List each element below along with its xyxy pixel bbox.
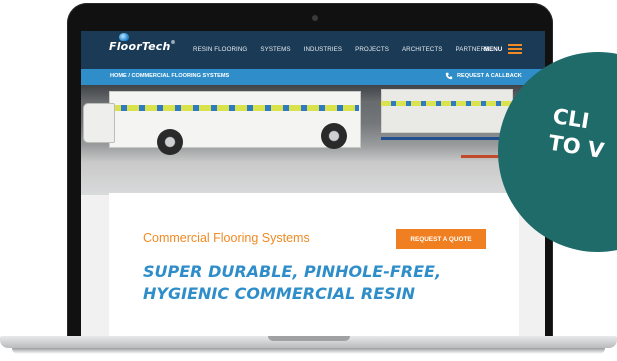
browser-screen: FloorTech® RESIN FLOORING SYSTEMS INDUST… — [81, 31, 545, 337]
page-subtitle: Commercial Flooring Systems — [143, 231, 310, 245]
breadcrumb-bar: HOME / COMMERCIAL FLOORING SYSTEMS REQUE… — [81, 69, 545, 85]
site-header: FloorTech® RESIN FLOORING SYSTEMS INDUST… — [81, 31, 545, 69]
truck-wheel-rear — [321, 123, 347, 149]
second-truck — [381, 89, 513, 133]
nav-item-resin-flooring[interactable]: RESIN FLOORING — [193, 46, 247, 53]
content-card: Commercial Flooring Systems REQUEST A QU… — [109, 193, 519, 337]
hero-image — [81, 85, 545, 195]
headline-line-2: HYGIENIC COMMERCIAL RESIN — [143, 284, 416, 303]
page-headline: SUPER DURABLE, PINHOLE-FREE, HYGIENIC CO… — [143, 261, 503, 305]
nav-item-systems[interactable]: SYSTEMS — [260, 46, 290, 53]
webcam-icon — [312, 15, 318, 21]
truck-wheel-front — [157, 129, 183, 155]
logo-text: FloorTech — [109, 40, 171, 53]
floor-marking-blue — [381, 137, 501, 140]
laptop-shadow — [12, 348, 605, 354]
main-nav: RESIN FLOORING SYSTEMS INDUSTRIES PROJEC… — [193, 46, 489, 53]
laptop-mockup: FloorTech® RESIN FLOORING SYSTEMS INDUST… — [0, 0, 617, 361]
menu-label: MENU — [484, 45, 503, 53]
callback-label: REQUEST A CALLBACK — [457, 73, 522, 79]
nav-item-industries[interactable]: INDUSTRIES — [304, 46, 342, 53]
nav-item-architects[interactable]: ARCHITECTS — [402, 46, 443, 53]
truck-cab — [83, 103, 115, 143]
site-logo[interactable]: FloorTech® — [109, 40, 176, 53]
breadcrumb[interactable]: HOME / COMMERCIAL FLOORING SYSTEMS — [110, 73, 229, 79]
cta-text[interactable]: CLI TO V — [547, 103, 611, 165]
hamburger-icon — [508, 44, 523, 54]
nav-item-projects[interactable]: PROJECTS — [355, 46, 389, 53]
second-truck-stripe — [381, 101, 511, 106]
menu-button[interactable]: MENU — [484, 44, 523, 54]
request-callback-link[interactable]: REQUEST A CALLBACK — [445, 72, 522, 80]
request-quote-button[interactable]: REQUEST A QUOTE — [396, 229, 486, 249]
phone-icon — [445, 72, 453, 80]
truck-stripe — [109, 105, 359, 111]
logo-registered-mark: ® — [170, 40, 176, 46]
headline-line-1: SUPER DURABLE, PINHOLE-FREE, — [143, 262, 442, 281]
laptop-notch — [268, 336, 350, 341]
